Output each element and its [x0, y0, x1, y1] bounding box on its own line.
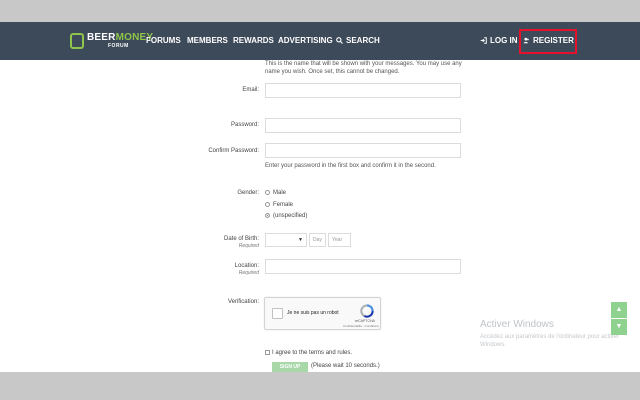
gender-label: Gender:	[237, 190, 259, 196]
confirm-password-field[interactable]	[265, 143, 461, 158]
dob-label: Date of Birth:	[223, 236, 259, 242]
recaptcha-brand: reCAPTCHA	[355, 319, 375, 323]
agree-terms-label: I agree to the terms and rules.	[272, 350, 353, 357]
nav-login-label: LOG IN	[490, 36, 518, 45]
nav-rewards[interactable]: REWARDS	[233, 36, 274, 46]
logo-mug-icon	[70, 33, 84, 49]
password-field[interactable]	[265, 118, 461, 133]
nav-search[interactable]: SEARCH	[336, 36, 380, 46]
nav-search-label: SEARCH	[346, 36, 380, 45]
dob-required-note: Required	[238, 243, 259, 249]
gender-option-male[interactable]: Male	[265, 189, 286, 197]
checkbox-icon	[265, 350, 270, 355]
verification-label: Verification:	[227, 299, 259, 305]
logo-wordmark: BEERMONEY	[87, 32, 153, 43]
recaptcha-label: Je ne suis pas un robot	[287, 310, 339, 316]
radio-checked-icon	[265, 212, 270, 218]
location-required-note: Required	[238, 270, 259, 276]
gender-option-label: Male	[273, 190, 287, 196]
recaptcha-checkbox[interactable]	[272, 308, 283, 319]
location-field[interactable]	[265, 259, 461, 274]
gender-option-unspecified[interactable]: (unspecified)	[265, 212, 307, 220]
dob-year-field[interactable]: Year	[328, 233, 351, 247]
nav-members[interactable]: MEMBERS	[187, 36, 228, 46]
dob-month-select[interactable]: ▼	[265, 233, 307, 247]
scroll-down-button[interactable]: ▼	[611, 319, 627, 335]
login-icon	[480, 37, 487, 45]
radio-icon	[265, 189, 270, 195]
browser-top-strip	[0, 0, 640, 22]
password-hint: Enter your password in the first box and…	[265, 163, 436, 169]
password-label: Password:	[230, 122, 259, 128]
gender-option-female[interactable]: Female	[265, 201, 293, 209]
arrow-down-icon: ▼	[615, 323, 623, 330]
arrow-up-icon: ▲	[615, 306, 623, 313]
dob-day-field[interactable]: Day	[309, 233, 326, 247]
gender-option-label: (unspecified)	[273, 213, 308, 219]
nav-advertising[interactable]: ADVERTISING	[278, 36, 333, 46]
site-logo[interactable]: BEERMONEY FORUM	[70, 32, 153, 52]
gender-option-label: Female	[273, 202, 294, 208]
nav-forums[interactable]: FORUMS	[146, 36, 181, 46]
windows-activation-text: Accédez aux paramètres de l'ordinateur p…	[480, 334, 619, 348]
signup-wait-note: (Please wait 10 seconds.)	[311, 363, 380, 369]
radio-icon	[265, 201, 270, 207]
search-icon	[336, 37, 343, 45]
logo-word-beer: BEER	[87, 32, 116, 43]
dropdown-arrow-icon: ▼	[298, 237, 303, 243]
confirm-password-label: Confirm Password:	[208, 148, 259, 154]
recaptcha-logo-icon	[360, 304, 374, 318]
email-field[interactable]	[265, 83, 461, 98]
register-highlight-box	[519, 29, 577, 54]
name-hint-line-2: name you wish. Once set, this cannot be …	[265, 69, 400, 75]
windows-activation-title: Activer Windows	[480, 319, 554, 330]
email-label: Email:	[242, 87, 259, 93]
nav-login[interactable]: LOG IN	[480, 36, 518, 46]
location-label: Location:	[234, 263, 259, 269]
bottom-strip	[0, 372, 640, 400]
scroll-up-button[interactable]: ▲	[611, 302, 627, 318]
recaptcha-widget: Je ne suis pas un robot reCAPTCHA Confid…	[264, 297, 381, 330]
logo-subtitle: FORUM	[108, 43, 129, 49]
recaptcha-links[interactable]: Confidentialité - Conditions	[343, 324, 379, 328]
signup-button[interactable]: SIGN UP	[272, 362, 308, 372]
agree-terms-row[interactable]: I agree to the terms and rules.	[265, 350, 352, 356]
